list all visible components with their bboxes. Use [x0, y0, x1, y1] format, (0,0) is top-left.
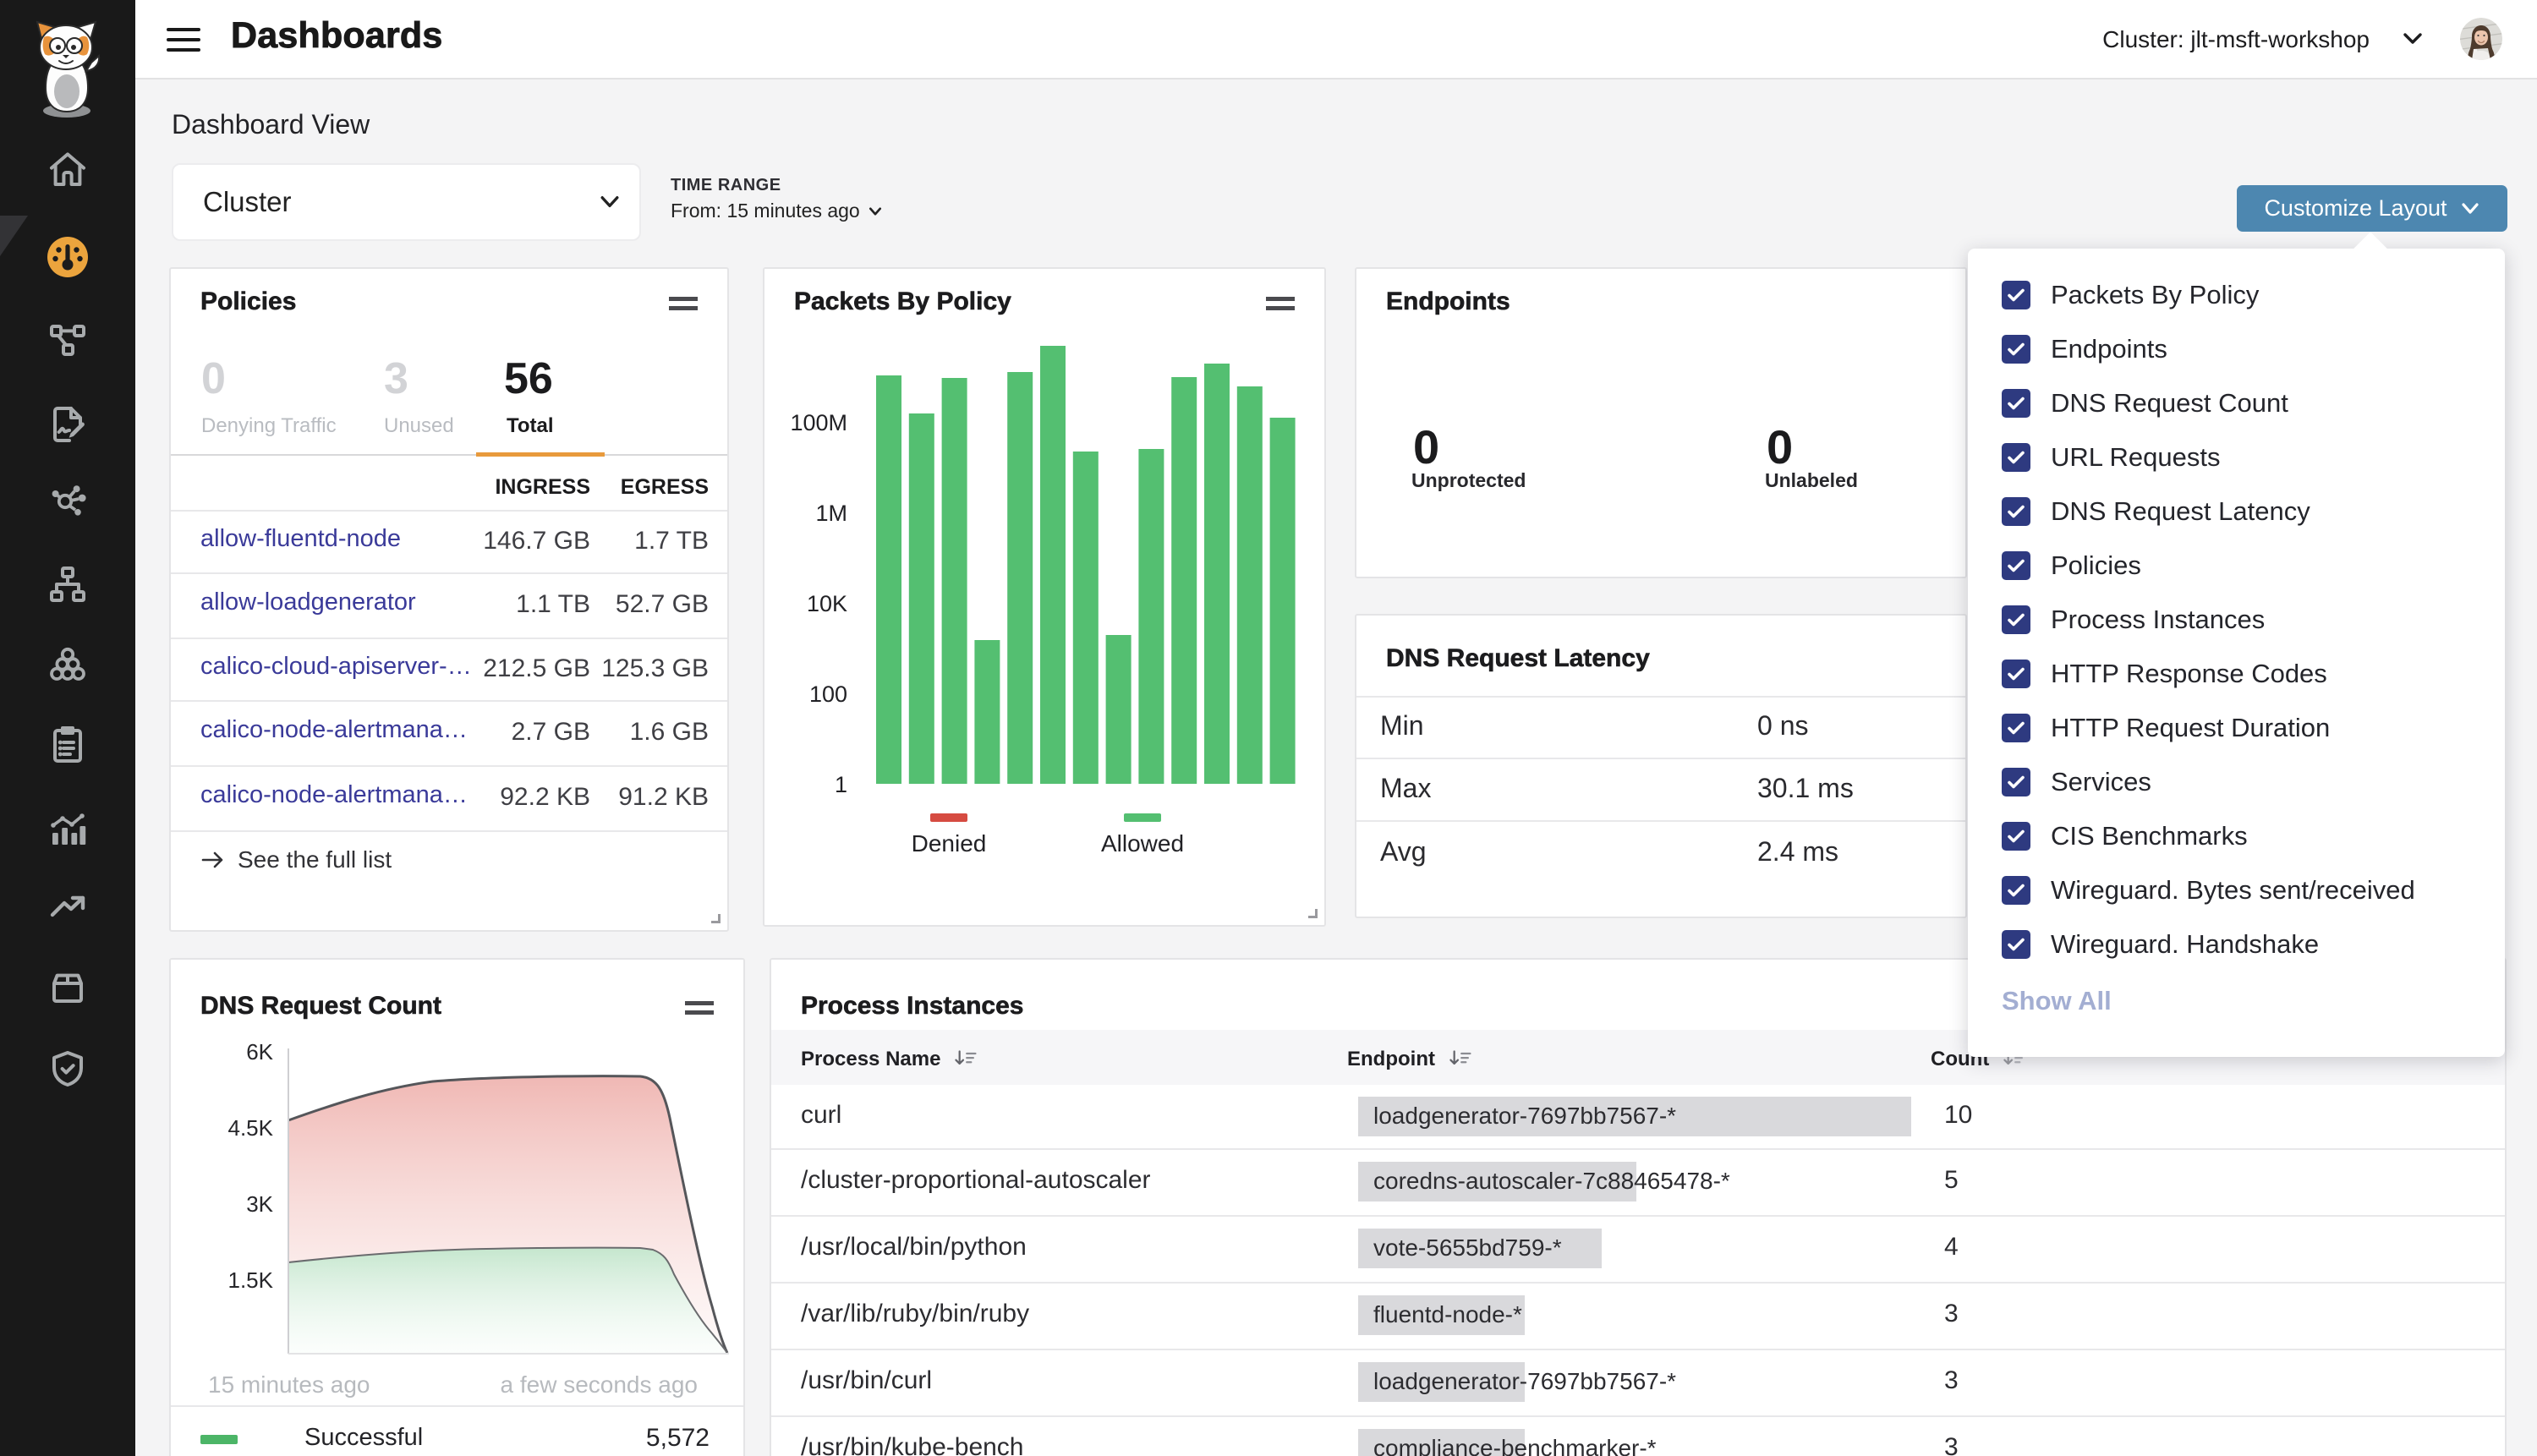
svg-text:6K: 6K [246, 1039, 273, 1065]
svg-text:Denied: Denied [912, 830, 987, 857]
svg-text:1.5K: 1.5K [228, 1267, 274, 1293]
svg-text:Allowed: Allowed [1101, 830, 1184, 857]
svg-text:4.5K: 4.5K [228, 1115, 274, 1141]
svg-text:100M: 100M [790, 410, 847, 435]
svg-text:1M: 1M [815, 501, 847, 526]
svg-text:1: 1 [835, 772, 847, 797]
svg-text:10K: 10K [807, 591, 847, 616]
svg-text:a few seconds ago: a few seconds ago [501, 1371, 699, 1398]
svg-text:100: 100 [809, 681, 847, 707]
svg-text:15 minutes ago: 15 minutes ago [208, 1371, 370, 1398]
svg-text:3K: 3K [246, 1191, 273, 1217]
